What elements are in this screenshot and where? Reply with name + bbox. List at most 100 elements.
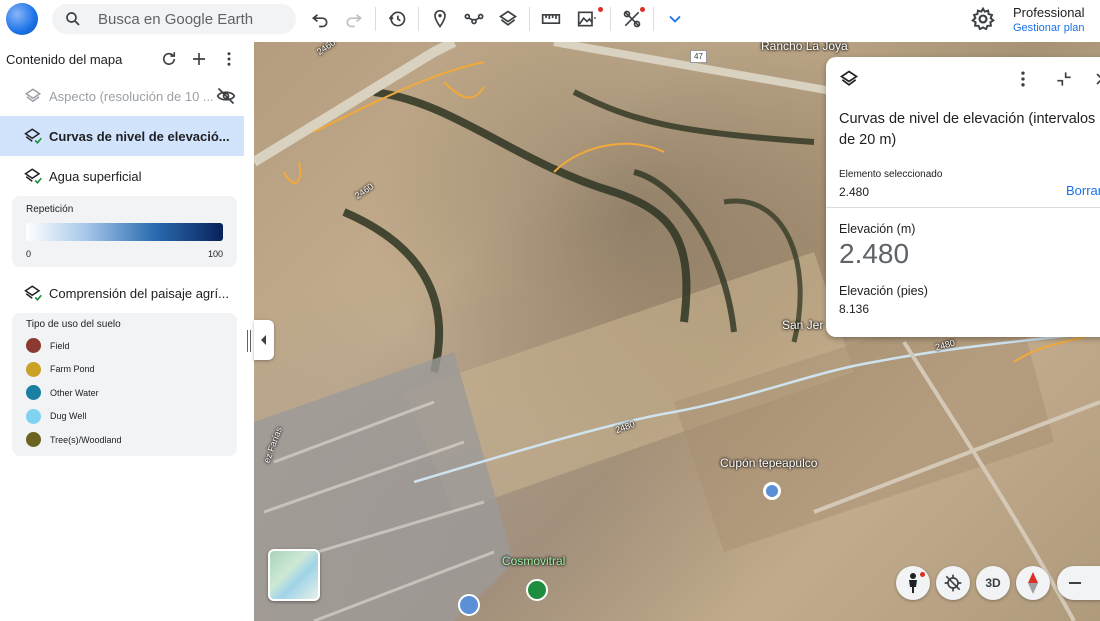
more-vert-icon[interactable]: [220, 50, 238, 68]
more-vert-icon[interactable]: [1013, 69, 1033, 89]
feature-info-panel: Curvas de nivel de elevación (intervalos…: [826, 57, 1100, 337]
close-icon[interactable]: [1092, 69, 1100, 89]
draw-path-button[interactable]: [457, 2, 491, 36]
toolbar-divider: [610, 7, 611, 31]
layers-icon: [498, 10, 518, 26]
legend-swatch: [26, 361, 41, 377]
collapse-panel-icon[interactable]: [1054, 69, 1074, 89]
toolbar-divider: [418, 7, 419, 31]
repeat-legend: Repetición 0 100: [12, 196, 237, 267]
history-icon: [388, 11, 406, 27]
color-ramp: [26, 223, 223, 241]
account-plan[interactable]: Professional Gestionar plan: [1013, 5, 1085, 34]
layer-aspect[interactable]: Aspecto (resolución de 10 ...: [0, 76, 244, 116]
legend-min: 0: [26, 249, 32, 259]
redo-button[interactable]: [337, 2, 371, 36]
land-use-legend: Tipo de uso del suelo Field Farm Pond Ot…: [12, 313, 237, 456]
map-label[interactable]: Cupón tepeapulco: [720, 456, 817, 470]
legend-item: Other Water: [26, 381, 223, 405]
visibility-off-icon[interactable]: [216, 86, 236, 106]
legend-max: 100: [207, 249, 223, 259]
notification-dot: [920, 572, 925, 577]
pegman-button[interactable]: [896, 566, 930, 600]
path-icon: [464, 13, 484, 25]
map-label[interactable]: Cosmovitral: [502, 554, 565, 568]
layers-check-icon: [24, 285, 42, 301]
collapse-sidebar-button[interactable]: [254, 320, 274, 360]
legend-swatch: [26, 338, 41, 354]
compass-icon: [1028, 572, 1038, 594]
terrain-menu-button[interactable]: [568, 2, 606, 36]
selected-element-label: Elemento seleccionado: [839, 169, 943, 180]
refresh-icon[interactable]: [160, 50, 178, 68]
sidebar-title: Contenido del mapa: [6, 51, 123, 67]
manage-plan-link[interactable]: Gestionar plan: [1013, 22, 1085, 34]
layer-surface-water[interactable]: Agua superficial: [0, 156, 244, 196]
legend-label: Field: [50, 340, 70, 351]
legend-swatch: [26, 408, 41, 424]
toolbar-divider: [529, 7, 530, 31]
layer-elevation-contours[interactable]: Curvas de nivel de elevació...: [0, 116, 244, 156]
layers-icon: [839, 69, 859, 89]
chevron-left-icon: [261, 335, 266, 345]
zoom-out-icon[interactable]: [1067, 575, 1083, 591]
notification-dot: [598, 7, 603, 12]
layers-button[interactable]: [491, 2, 525, 36]
elevation-m-value: 2.480: [839, 238, 910, 269]
location-off-icon: [944, 574, 962, 592]
measure-button[interactable]: [534, 2, 568, 36]
sidebar-resize-handle[interactable]: [247, 330, 251, 352]
search-bar[interactable]: [52, 4, 296, 34]
layers-icon: [24, 88, 42, 103]
map-label[interactable]: San Jer: [782, 318, 823, 332]
more-tools-button[interactable]: [658, 2, 692, 36]
layers-check-icon: [24, 128, 42, 144]
road-shield: 47: [690, 50, 707, 63]
undo-icon: [311, 14, 328, 28]
legend-item: Tree(s)/Woodland: [26, 428, 223, 452]
elevation-ft-value: 8.136: [839, 302, 870, 316]
clear-selection-button[interactable]: Borrar: [1066, 183, 1100, 198]
add-placemark-button[interactable]: [423, 2, 457, 36]
map-label[interactable]: Rancho La Joya: [761, 42, 848, 53]
add-icon[interactable]: [190, 50, 208, 68]
legend-swatch: [26, 432, 41, 448]
redo-icon: [346, 14, 363, 28]
layer-agricultural-landscape[interactable]: Comprensión del paisaje agrí...: [0, 273, 244, 313]
panel-title: Curvas de nivel de elevación (intervalos…: [839, 111, 1096, 148]
experimental-tools-button[interactable]: [615, 2, 649, 36]
legend-label: Dug Well: [50, 411, 87, 422]
location-off-button[interactable]: [936, 566, 970, 600]
zoom-control[interactable]: [1057, 566, 1100, 600]
panel-toolbar: [826, 57, 1100, 101]
layers-check-icon: [24, 168, 42, 184]
placemark-icon: [434, 9, 446, 28]
layer-label: Aspecto (resolución de 10 ...: [49, 88, 214, 104]
legend-title: Repetición: [26, 204, 74, 215]
layer-label: Agua superficial: [49, 168, 142, 184]
google-earth-logo[interactable]: [6, 3, 38, 35]
toolbar-divider: [653, 7, 654, 31]
layer-label: Curvas de nivel de elevació...: [49, 128, 230, 144]
legend-item: Farm Pond: [26, 358, 223, 382]
undo-button[interactable]: [303, 2, 337, 36]
layer-label: Comprensión del paisaje agrí...: [49, 285, 229, 301]
legend-item: Field: [26, 334, 223, 358]
minimap[interactable]: [268, 549, 320, 601]
settings-gear-icon[interactable]: [970, 6, 996, 32]
compass-button[interactable]: [1016, 566, 1050, 600]
ruler-icon: [541, 14, 561, 24]
legend-swatch: [26, 385, 41, 401]
notification-dot: [640, 7, 645, 12]
search-icon: [66, 12, 80, 26]
toolbar-divider: [375, 7, 376, 31]
search-input[interactable]: [98, 10, 278, 28]
map-contents-sidebar: Contenido del mapa Aspecto (resolución d…: [0, 42, 254, 621]
elevation-m-label: Elevación (m): [839, 222, 916, 236]
toggle-3d-button[interactable]: 3D: [976, 566, 1010, 600]
history-button[interactable]: [380, 2, 414, 36]
legend-label: Farm Pond: [50, 364, 95, 375]
elevation-ft-label: Elevación (pies): [839, 284, 928, 298]
sidebar-header: Contenido del mapa: [0, 42, 254, 76]
top-bar: Professional Gestionar plan: [0, 0, 1100, 42]
